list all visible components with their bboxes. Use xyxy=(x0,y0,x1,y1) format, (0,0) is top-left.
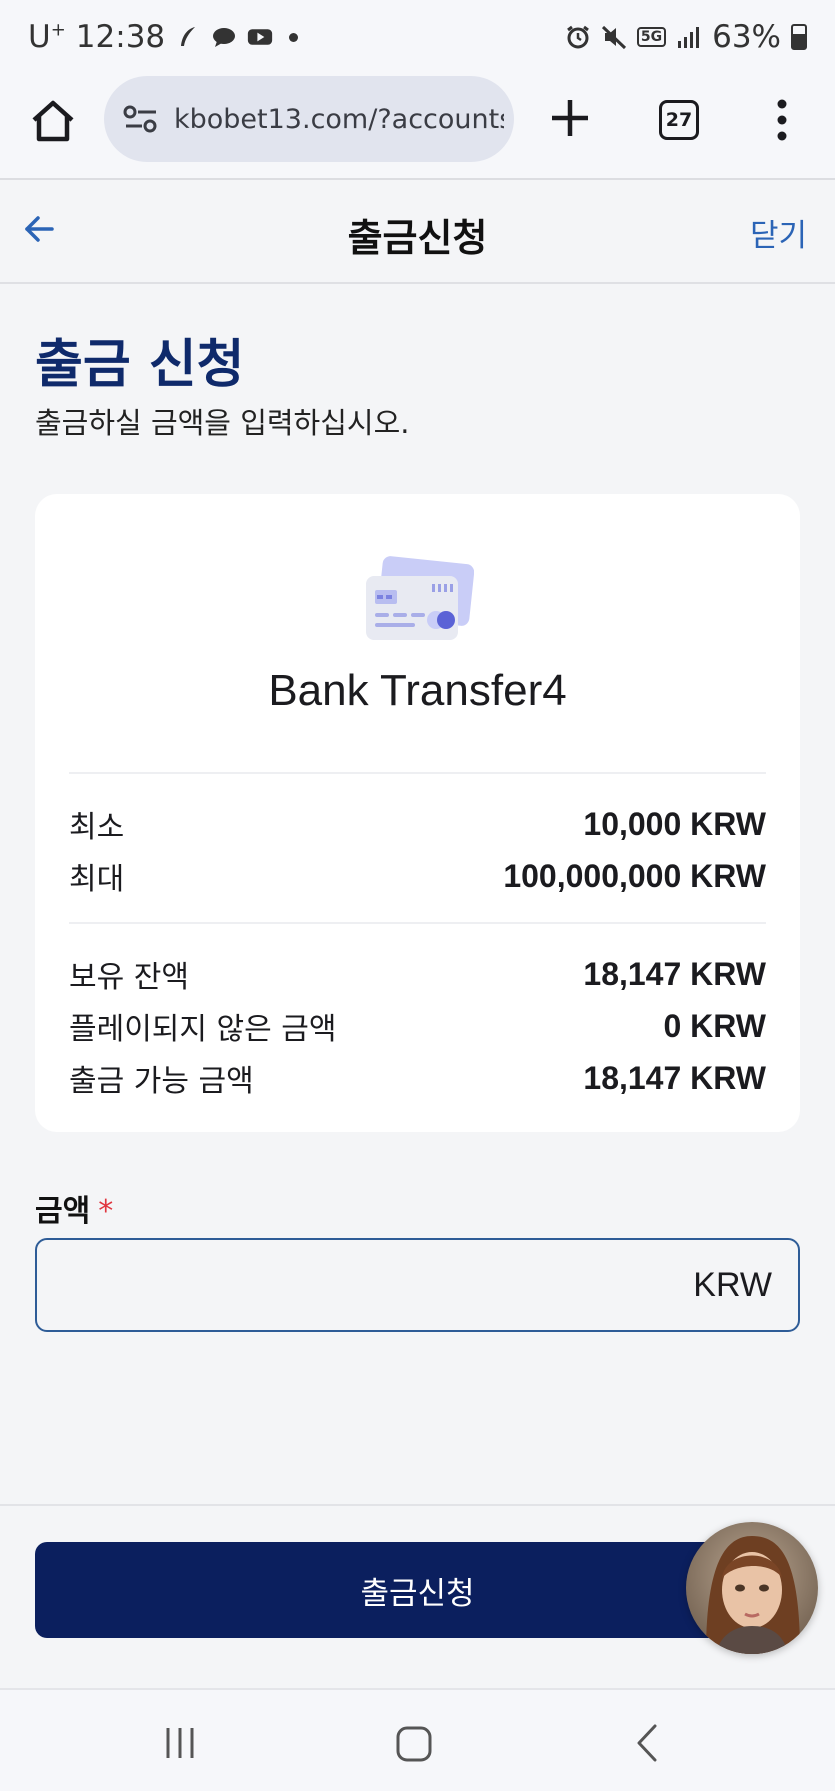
page-subtitle: 출금하실 금액을 입력하십시오. xyxy=(35,406,410,440)
limit-label: 최소 xyxy=(69,810,125,845)
home-nav-icon[interactable] xyxy=(396,1726,432,1762)
plus-icon[interactable] xyxy=(548,96,592,140)
youtube-icon xyxy=(248,29,273,45)
recents-icon[interactable] xyxy=(163,1726,197,1760)
url-text[interactable]: kbobet13.com/?accounts xyxy=(174,104,504,135)
balance-label: 보유 잔액 xyxy=(69,960,189,995)
mute-icon xyxy=(601,25,626,50)
limit-row-min: 최소 10,000 KRW xyxy=(69,802,766,846)
tab-switcher-button[interactable]: 27 xyxy=(659,100,699,140)
credit-card-icon xyxy=(366,556,474,640)
unplayed-value: 0 KRW xyxy=(663,1007,766,1044)
balance-row: 보유 잔액 18,147 KRW xyxy=(69,952,766,996)
battery-icon xyxy=(791,24,807,50)
site-settings-icon[interactable] xyxy=(122,104,160,134)
support-chat-avatar[interactable] xyxy=(686,1522,818,1654)
more-vert-icon[interactable] xyxy=(770,98,794,142)
amount-label-text: 금액 xyxy=(35,1194,91,1229)
limit-label: 최대 xyxy=(69,862,125,897)
limit-value: 100,000,000 KRW xyxy=(503,857,766,894)
address-bar[interactable]: kbobet13.com/?accounts xyxy=(104,76,514,162)
amount-input[interactable] xyxy=(37,1240,677,1330)
withdrawable-value: 18,147 KRW xyxy=(583,1059,766,1096)
chat-bubble-icon xyxy=(213,28,236,47)
home-icon[interactable] xyxy=(28,96,78,146)
signal-icon xyxy=(678,27,700,48)
payment-method-name: Bank Transfer4 xyxy=(268,666,567,715)
amount-field-wrapper[interactable]: KRW xyxy=(35,1238,800,1332)
required-mark: * xyxy=(98,1194,114,1229)
page-title: 출금 신청 xyxy=(35,335,245,395)
limit-row-max: 최대 100,000,000 KRW xyxy=(69,854,766,898)
status-bar: U+ 12:38 5G 63% xyxy=(0,0,835,74)
unplayed-row: 플레이되지 않은 금액 0 KRW xyxy=(69,1004,766,1048)
status-right: 5G 63% xyxy=(565,19,807,55)
close-button[interactable]: 닫기 xyxy=(750,210,807,255)
tab-count: 27 xyxy=(665,109,693,131)
back-nav-icon[interactable] xyxy=(636,1724,658,1762)
notification-dot-icon xyxy=(289,32,299,42)
page-header: 출금신청 닫기 xyxy=(0,180,835,284)
status-left: U+ 12:38 xyxy=(28,19,299,55)
avatar-portrait-icon xyxy=(686,1522,818,1654)
battery-percent: 63% xyxy=(712,19,781,55)
browser-toolbar: kbobet13.com/?accounts 27 xyxy=(0,74,835,180)
currency-suffix: KRW xyxy=(693,1266,772,1304)
status-time: 12:38 xyxy=(75,19,166,55)
unplayed-label: 플레이되지 않은 금액 xyxy=(69,1012,337,1047)
carrier-label: U+ xyxy=(28,19,66,55)
balance-value: 18,147 KRW xyxy=(583,955,766,992)
feather-icon xyxy=(181,27,196,46)
withdrawable-label: 출금 가능 금액 xyxy=(69,1064,254,1099)
divider xyxy=(69,922,766,924)
alarm-icon xyxy=(566,25,589,49)
payment-method-card: Bank Transfer4 최소 10,000 KRW 최대 100,000,… xyxy=(35,494,800,1132)
amount-label: 금액 * xyxy=(35,1186,113,1230)
system-nav-bar xyxy=(0,1688,835,1791)
limit-value: 10,000 KRW xyxy=(583,805,766,842)
withdrawable-row: 출금 가능 금액 18,147 KRW xyxy=(69,1056,766,1100)
header-title: 출금신청 xyxy=(347,216,488,260)
network-5g-icon: 5G xyxy=(636,27,667,47)
divider xyxy=(69,772,766,774)
